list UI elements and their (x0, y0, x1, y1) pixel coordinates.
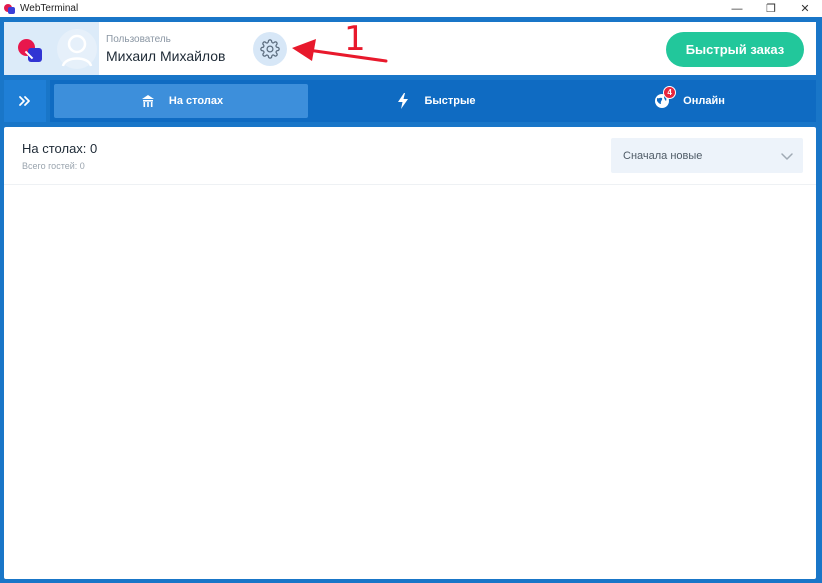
window-controls: — ❐ ✕ (720, 0, 822, 17)
tables-icon (139, 92, 157, 110)
globe-icon: 4 (653, 86, 677, 110)
tab-quick[interactable]: Быстрые (308, 84, 562, 118)
tab-online[interactable]: 4 Онлайн (562, 84, 816, 118)
brand-logo-icon (18, 39, 48, 67)
close-button[interactable]: ✕ (788, 0, 822, 17)
chevron-down-icon (781, 153, 793, 160)
tab-online-label: Онлайн (683, 95, 725, 107)
annotation-number: 1 (344, 19, 366, 59)
gear-icon (260, 39, 280, 59)
panel-header: На столах: 0 Всего гостей: 0 Сначала нов… (4, 127, 816, 185)
settings-button[interactable] (253, 32, 287, 66)
maximize-button[interactable]: ❐ (754, 0, 788, 17)
tab-tables-label: На столах (168, 95, 224, 107)
window-titlebar: WebTerminal — ❐ ✕ (0, 0, 822, 17)
sort-select-value: Сначала новые (623, 149, 703, 162)
guests-count: Всего гостей: 0 (22, 161, 85, 171)
app-logo-icon (4, 3, 16, 15)
lightning-icon (394, 92, 412, 110)
app-frame: Пользователь Михаил Михайлов 1 Быстрый з… (0, 17, 822, 583)
avatar (56, 28, 98, 70)
tab-tables[interactable]: На столах (54, 84, 308, 118)
main-tabs: На столах Быстрые 4 Онлайн (50, 80, 816, 122)
window-title: WebTerminal (20, 3, 79, 14)
tables-count: На столах: 0 (22, 141, 98, 156)
tab-quick-label: Быстрые (424, 95, 476, 107)
user-caption: Пользователь (106, 34, 171, 45)
user-name: Михаил Михайлов (106, 48, 226, 64)
app-header: Пользователь Михаил Михайлов 1 Быстрый з… (4, 22, 816, 75)
orders-panel: На столах: 0 Всего гостей: 0 Сначала нов… (4, 127, 816, 579)
logo-area (4, 22, 99, 75)
quick-order-button[interactable]: Быстрый заказ (666, 32, 804, 67)
online-orders-badge: 4 (663, 86, 677, 99)
double-chevron-right-icon (19, 96, 30, 106)
minimize-button[interactable]: — (720, 0, 754, 17)
annotation-arrow-icon (292, 39, 388, 63)
expand-sidebar-button[interactable] (4, 80, 46, 122)
sort-select[interactable]: Сначала новые (611, 138, 803, 173)
